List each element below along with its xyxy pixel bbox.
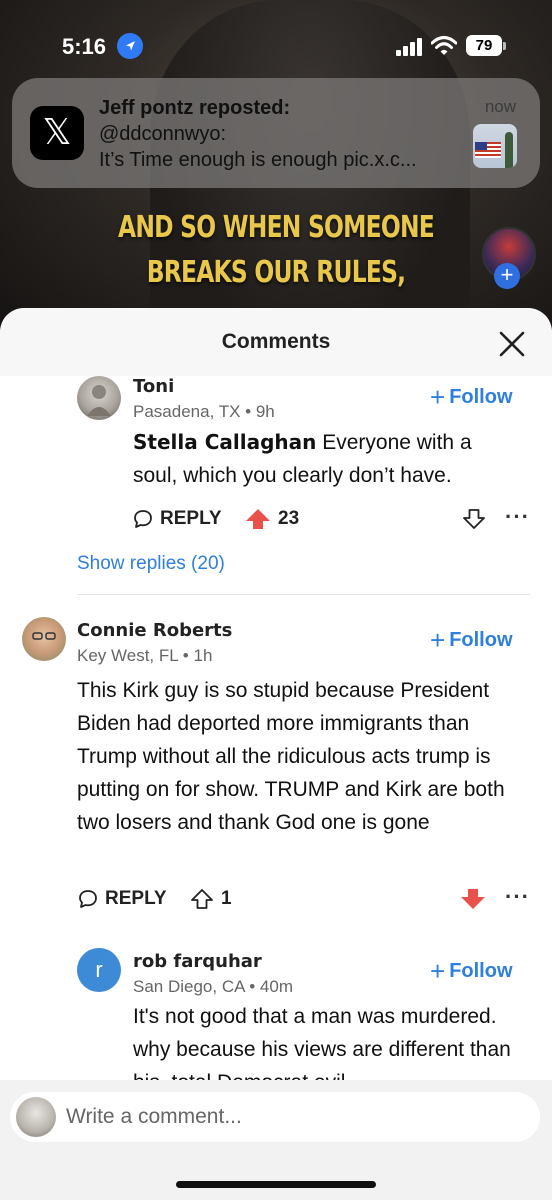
reply-label: REPLY [105, 888, 167, 909]
avatar[interactable] [77, 376, 121, 420]
plus-icon: + [430, 625, 446, 655]
plus-icon: + [430, 956, 446, 986]
more-options-icon[interactable]: ··· [505, 504, 530, 530]
more-options-icon[interactable]: ··· [505, 884, 530, 910]
downvote-arrow-icon[interactable] [460, 888, 486, 910]
sheet-header: Comments [0, 308, 552, 376]
plus-icon: + [430, 382, 446, 412]
upvote-button[interactable]: 1 [190, 888, 232, 910]
speech-bubble-icon [134, 510, 152, 528]
follow-creator-plus-icon[interactable]: + [494, 263, 520, 289]
vote-count: 1 [221, 888, 232, 909]
battery-tip [503, 42, 506, 50]
notification-title: Jeff pontz reposted: [99, 97, 291, 119]
avatar[interactable]: r [77, 948, 121, 992]
sheet-title: Comments [221, 330, 331, 353]
notification-banner[interactable]: 𝕏 Jeff pontz reposted: @ddconnwyo: It’s … [12, 78, 540, 188]
upvote-arrow-icon [191, 889, 213, 909]
upvote-button[interactable]: 23 [245, 508, 299, 530]
show-replies-link[interactable]: Show replies (20) [77, 553, 225, 575]
follow-button[interactable]: + Follow [430, 956, 513, 987]
commenter-name[interactable]: Connie Roberts [77, 620, 232, 641]
mention[interactable]: Stella Callaghan [133, 430, 316, 454]
home-indicator[interactable] [176, 1181, 376, 1188]
close-icon[interactable] [494, 326, 530, 362]
comment-placeholder: Write a comment... [66, 1105, 242, 1128]
commenter-meta: San Diego, CA • 40m [133, 977, 293, 996]
cellular-signal-icon [396, 38, 422, 56]
follow-label: Follow [449, 629, 513, 651]
avatar-initial: r [95, 957, 103, 982]
notification-time: now [484, 97, 516, 116]
comment-input[interactable]: Write a comment... [10, 1092, 540, 1142]
user-avatar [16, 1097, 56, 1137]
reply-button[interactable]: REPLY [133, 508, 222, 530]
comment-body: This Kirk guy is so stupid because Presi… [77, 679, 505, 834]
downvote-arrow-icon[interactable] [462, 508, 486, 530]
status-time: 5:16 [62, 34, 107, 59]
follow-label: Follow [449, 386, 513, 408]
comment-body: Stella Callaghan Everyone with a soul, w… [133, 426, 513, 492]
commenter-meta: Key West, FL • 1h [77, 646, 213, 665]
commenter-meta: Pasadena, TX • 9h [133, 402, 275, 421]
wifi-icon [431, 36, 457, 55]
speech-bubble-icon [79, 890, 97, 908]
notification-thumbnail [473, 124, 517, 168]
notification-text: It’s Time enough is enough pic.x.c... [99, 149, 417, 171]
reply-label: REPLY [160, 508, 222, 529]
flag-image [475, 142, 501, 158]
tree-image [505, 132, 513, 168]
notification-handle: @ddconnwyo: [99, 123, 227, 145]
commenter-name[interactable]: Toni [133, 376, 174, 397]
follow-button[interactable]: + Follow [430, 382, 513, 413]
vote-count: 23 [278, 508, 300, 529]
video-caption-line2: BREAKS OUR RULES, [146, 255, 406, 290]
comments-sheet: Comments Toni Pasadena, TX • 9h + Follow … [0, 308, 552, 1200]
upvote-arrow-icon [246, 509, 270, 529]
avatar[interactable] [22, 617, 66, 661]
follow-label: Follow [449, 960, 513, 982]
reply-button[interactable]: REPLY [78, 888, 167, 910]
battery-indicator: 79 [466, 35, 502, 56]
x-logo-icon: 𝕏 [30, 106, 84, 160]
video-caption-line1: AND SO WHEN SOMEONE [118, 210, 435, 245]
commenter-name[interactable]: rob farquhar [133, 951, 262, 972]
location-arrow-icon [117, 33, 143, 59]
follow-button[interactable]: + Follow [430, 625, 513, 656]
divider [77, 594, 530, 595]
